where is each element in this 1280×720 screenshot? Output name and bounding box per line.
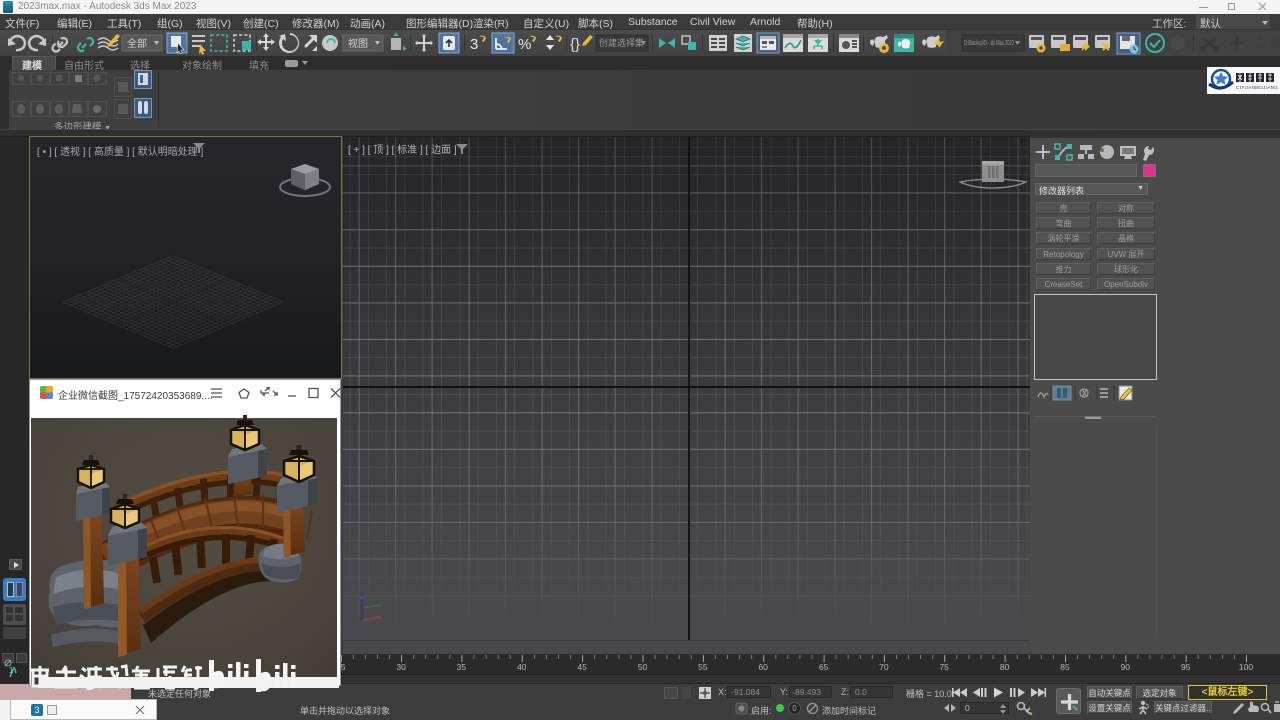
svg-text:视图: 视图 (348, 37, 368, 50)
svg-text:65: 65 (819, 662, 829, 672)
svg-text:1: 1 (9, 666, 14, 675)
svg-text:75: 75 (939, 662, 949, 672)
svg-text:D:\Backup\D···ds Max 2023: D:\Backup\D···ds Max 2023 (964, 38, 1014, 47)
svg-text:%: % (518, 36, 531, 53)
svg-text:85: 85 (1060, 662, 1070, 672)
svg-text:全部: 全部 (127, 37, 147, 50)
svg-text:CIYUANMOJIANG: CIYUANMOJIANG (1236, 85, 1278, 90)
svg-text:60: 60 (758, 662, 768, 672)
svg-text:创建选择集: 创建选择集 (599, 37, 644, 48)
svg-text:{}: {} (570, 36, 580, 53)
svg-text:55: 55 (698, 662, 708, 672)
svg-text:90: 90 (1121, 662, 1131, 672)
svg-text:100: 100 (1239, 662, 1253, 672)
svg-text:80: 80 (1000, 662, 1010, 672)
svg-text:70: 70 (879, 662, 889, 672)
svg-text:3: 3 (470, 36, 478, 53)
svg-text:95: 95 (1181, 662, 1191, 672)
